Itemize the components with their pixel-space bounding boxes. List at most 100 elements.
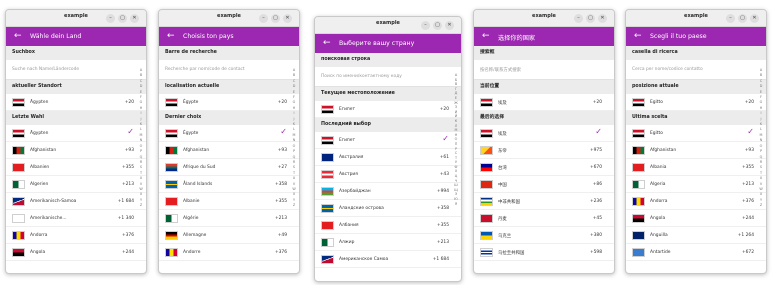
country-row[interactable]: Американское Самоа +1 684	[315, 251, 461, 268]
close-button[interactable]: ✕	[130, 14, 139, 23]
country-row[interactable]: Албания +355	[315, 217, 461, 234]
minimize-button[interactable]: –	[574, 14, 583, 23]
alphabet-letter[interactable]: Z	[291, 203, 297, 208]
back-arrow-icon[interactable]: ←	[634, 30, 642, 42]
current-location-row[interactable]: Egitto +20	[626, 94, 766, 111]
recent-choice-row[interactable]: Ägypten ✓	[6, 125, 146, 142]
alphabet-index[interactable]: АБВГДЕЖЗИЙКЛМНОПРСТУФХЦЧШЩЭЮЯ	[453, 73, 459, 206]
country-row[interactable]: 中非共和国 +236	[474, 193, 614, 210]
country-code: +86	[592, 181, 602, 187]
window-titlebar[interactable]: example – ▢ ✕	[315, 17, 461, 34]
country-row[interactable]: Angola +244	[626, 210, 766, 227]
window-titlebar[interactable]: example – ▢ ✕	[474, 10, 614, 27]
close-button[interactable]: ✕	[445, 21, 454, 30]
minimize-button[interactable]: –	[726, 14, 735, 23]
search-input[interactable]: 按名称/联系方式搜索	[474, 60, 614, 80]
country-row[interactable]: Азербайджан +994	[315, 183, 461, 200]
country-row[interactable]: 中国 +86	[474, 176, 614, 193]
country-row[interactable]: Andorra +376	[626, 193, 766, 210]
alphabet-index[interactable]: ABCDEFGHIJKLMNOPQRSTUVWXYZ	[758, 68, 764, 209]
country-row[interactable]: Алжир +213	[315, 234, 461, 251]
maximize-button[interactable]: ▢	[586, 14, 595, 23]
recent-choice-row[interactable]: Egitto ✓	[626, 125, 766, 142]
country-row[interactable]: Albanien +355	[6, 159, 146, 176]
country-name: 中国	[498, 182, 507, 188]
afghanistan-flag-icon	[12, 146, 25, 155]
current-location-row[interactable]: Égypte +20	[159, 94, 299, 111]
aland-flag-icon	[165, 180, 178, 189]
alphabet-index[interactable]: ABCDEFGHIJKLMNOPQRSTUVWXYZ	[291, 68, 297, 209]
country-row[interactable]: 乌拉圭共和国 +598	[474, 244, 614, 261]
recent-choice-row[interactable]: Égypte ✓	[159, 125, 299, 142]
country-row[interactable]: Afghanistan +93	[6, 142, 146, 159]
country-code: +380	[589, 232, 602, 238]
current-location-row[interactable]: 埃及 +20	[474, 94, 614, 111]
country-name: Австрия	[339, 171, 358, 177]
country-code: +93	[744, 147, 754, 153]
current-location-row[interactable]: Ägypten +20	[6, 94, 146, 111]
window-titlebar[interactable]: example – ▢ ✕	[159, 10, 299, 27]
recent-choice-row[interactable]: Египет ✓	[315, 132, 461, 149]
app-bar: ← Выберите вашу страну	[315, 34, 461, 53]
check-icon: ✓	[595, 127, 602, 136]
country-row[interactable]: 乌克兰 +380	[474, 227, 614, 244]
back-arrow-icon[interactable]: ←	[14, 30, 22, 42]
country-row[interactable]: 东帝 +975	[474, 142, 614, 159]
country-row[interactable]: Algerien +213	[6, 176, 146, 193]
country-row[interactable]: Albanie +355	[159, 193, 299, 210]
search-input[interactable]: Suche nach Name/Ländercode	[6, 60, 146, 80]
back-arrow-icon[interactable]: ←	[167, 30, 175, 42]
country-code: +61	[439, 154, 449, 160]
country-row[interactable]: Amerikanische... +1 340	[6, 210, 146, 227]
country-row[interactable]: Allemagne +49	[159, 227, 299, 244]
back-arrow-icon[interactable]: ←	[323, 37, 331, 49]
country-row[interactable]: Аландские острова +358	[315, 200, 461, 217]
window-titlebar[interactable]: example – ▢ ✕	[6, 10, 146, 27]
maximize-button[interactable]: ▢	[433, 21, 442, 30]
maximize-button[interactable]: ▢	[738, 14, 747, 23]
minimize-button[interactable]: –	[421, 21, 430, 30]
country-row[interactable]: Andorre +376	[159, 244, 299, 261]
country-name: Andorra	[30, 232, 48, 238]
alphabet-letter[interactable]: Z	[758, 203, 764, 208]
minimize-button[interactable]: –	[259, 14, 268, 23]
country-row[interactable]: Angola +244	[6, 244, 146, 261]
alphabet-index[interactable]: ABCDEFGHIJKLMNOPQRSTUVWXYZ	[138, 68, 144, 209]
country-code: +355	[121, 164, 134, 170]
country-row[interactable]: Австрия +43	[315, 166, 461, 183]
app-bar: ← Choisis ton pays	[159, 27, 299, 46]
current-location-row[interactable]: Египет +20	[315, 101, 461, 118]
country-row[interactable]: 丹麦 +45	[474, 210, 614, 227]
back-arrow-icon[interactable]: ←	[482, 30, 490, 42]
search-input[interactable]: Поиск по имени/контактному коду	[315, 67, 461, 87]
search-input[interactable]: Recherche par nom/code de contact	[159, 60, 299, 80]
close-button[interactable]: ✕	[283, 14, 292, 23]
search-input[interactable]: Cerca per nome/codice contatto	[626, 60, 766, 80]
country-row[interactable]: Afghanistan +93	[159, 142, 299, 159]
maximize-button[interactable]: ▢	[271, 14, 280, 23]
country-row[interactable]: Afrique du Sud +27	[159, 159, 299, 176]
country-row[interactable]: Algérie +213	[159, 210, 299, 227]
country-row[interactable]: Algeria +213	[626, 176, 766, 193]
minimize-button[interactable]: –	[106, 14, 115, 23]
country-row[interactable]: Antartide +672	[626, 244, 766, 261]
country-row[interactable]: Andorra +376	[6, 227, 146, 244]
search-placeholder: Recherche par nom/code de contact	[165, 67, 245, 72]
country-name: Ägypten	[30, 99, 49, 105]
country-code: +244	[741, 215, 754, 221]
country-row[interactable]: Anguilla +1 264	[626, 227, 766, 244]
country-row[interactable]: Afghanistan +93	[626, 142, 766, 159]
recent-choice-row[interactable]: 埃及 ✓	[474, 125, 614, 142]
country-row[interactable]: 台湾 +670	[474, 159, 614, 176]
country-row[interactable]: Åland Islands +358	[159, 176, 299, 193]
close-button[interactable]: ✕	[750, 14, 759, 23]
alphabet-letter[interactable]: Я	[453, 202, 459, 207]
alphabet-letter[interactable]: Z	[138, 203, 144, 208]
country-code: +1 264	[737, 232, 754, 238]
country-row[interactable]: Amerikanisch-Samoa +1 684	[6, 193, 146, 210]
country-row[interactable]: Австралия +61	[315, 149, 461, 166]
maximize-button[interactable]: ▢	[118, 14, 127, 23]
close-button[interactable]: ✕	[598, 14, 607, 23]
window-titlebar[interactable]: example – ▢ ✕	[626, 10, 766, 27]
country-row[interactable]: Albania +355	[626, 159, 766, 176]
